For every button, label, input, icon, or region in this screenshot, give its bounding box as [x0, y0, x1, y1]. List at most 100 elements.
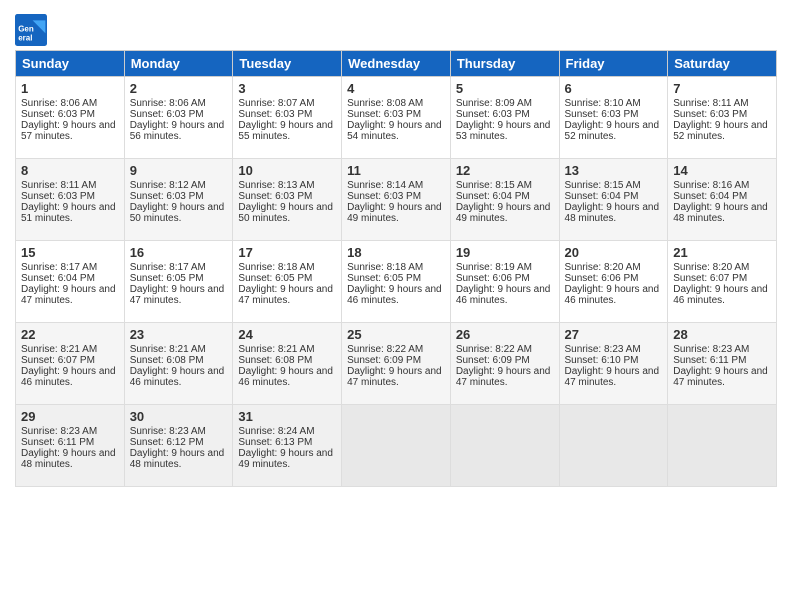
sunrise: Sunrise: 8:24 AM [238, 426, 314, 437]
sunrise: Sunrise: 8:19 AM [456, 262, 532, 273]
calendar-cell: 4Sunrise: 8:08 AMSunset: 6:03 PMDaylight… [342, 77, 451, 159]
week-row-5: 29Sunrise: 8:23 AMSunset: 6:11 PMDayligh… [16, 405, 777, 487]
sunset: Sunset: 6:08 PM [130, 355, 204, 366]
calendar-cell: 9Sunrise: 8:12 AMSunset: 6:03 PMDaylight… [124, 159, 233, 241]
calendar-cell: 11Sunrise: 8:14 AMSunset: 6:03 PMDayligh… [342, 159, 451, 241]
day-number: 11 [347, 163, 445, 178]
sunrise: Sunrise: 8:21 AM [238, 344, 314, 355]
sunrise: Sunrise: 8:22 AM [456, 344, 532, 355]
daylight: Daylight: 9 hours and 47 minutes. [456, 366, 551, 388]
daylight: Daylight: 9 hours and 48 minutes. [130, 448, 225, 470]
calendar-container: Gen eral SundayMondayTuesdayWednesdayThu… [0, 0, 792, 497]
sunset: Sunset: 6:07 PM [21, 355, 95, 366]
day-number: 25 [347, 327, 445, 342]
sunrise: Sunrise: 8:21 AM [130, 344, 206, 355]
day-number: 14 [673, 163, 771, 178]
sunset: Sunset: 6:05 PM [238, 273, 312, 284]
day-number: 2 [130, 81, 228, 96]
day-number: 12 [456, 163, 554, 178]
daylight: Daylight: 9 hours and 53 minutes. [456, 120, 551, 142]
day-number: 1 [21, 81, 119, 96]
week-row-3: 15Sunrise: 8:17 AMSunset: 6:04 PMDayligh… [16, 241, 777, 323]
calendar-cell [450, 405, 559, 487]
day-number: 21 [673, 245, 771, 260]
sunrise: Sunrise: 8:20 AM [673, 262, 749, 273]
day-number: 31 [238, 409, 336, 424]
day-number: 26 [456, 327, 554, 342]
sunset: Sunset: 6:04 PM [21, 273, 95, 284]
sunset: Sunset: 6:03 PM [673, 109, 747, 120]
day-header-saturday: Saturday [668, 51, 777, 77]
calendar-cell: 3Sunrise: 8:07 AMSunset: 6:03 PMDaylight… [233, 77, 342, 159]
daylight: Daylight: 9 hours and 57 minutes. [21, 120, 116, 142]
sunset: Sunset: 6:03 PM [21, 191, 95, 202]
day-number: 5 [456, 81, 554, 96]
day-number: 20 [565, 245, 663, 260]
calendar-cell: 5 Sunrise: 8:09 AMSunset: 6:03 PMDaylight… [450, 77, 559, 159]
calendar-cell: 7 Sunrise: 8:11 AMSunset: 6:03 PMDaylight… [668, 77, 777, 159]
day-number: 10 [238, 163, 336, 178]
calendar-body: 1Sunrise: 8:06 AMSunset: 6:03 PMDaylight… [16, 77, 777, 487]
logo-icon: Gen eral [15, 14, 47, 46]
daylight: Daylight: 9 hours and 51 minutes. [21, 202, 116, 224]
sunset: Sunset: 6:04 PM [565, 191, 639, 202]
sunrise: Sunrise: 8:12 AM [130, 180, 206, 191]
sunrise: Sunrise: 8:23 AM [673, 344, 749, 355]
sunrise: Sunrise: 8:17 AM [130, 262, 206, 273]
calendar-cell: 2Sunrise: 8:06 AMSunset: 6:03 PMDaylight… [124, 77, 233, 159]
day-number: 7 [673, 81, 771, 96]
sunset: Sunset: 6:10 PM [565, 355, 639, 366]
sunset: Sunset: 6:03 PM [130, 109, 204, 120]
week-row-1: 1Sunrise: 8:06 AMSunset: 6:03 PMDaylight… [16, 77, 777, 159]
sunset: Sunset: 6:03 PM [238, 191, 312, 202]
sunset: Sunset: 6:03 PM [21, 109, 95, 120]
sunset: Sunset: 6:09 PM [347, 355, 421, 366]
sunrise: Sunrise: 8:08 AM [347, 98, 423, 109]
daylight: Daylight: 9 hours and 48 minutes. [565, 202, 660, 224]
daylight: Daylight: 9 hours and 46 minutes. [456, 284, 551, 306]
header: Gen eral [15, 10, 777, 46]
sunrise: Sunrise: 8:23 AM [21, 426, 97, 437]
calendar-cell: 17Sunrise: 8:18 AMSunset: 6:05 PMDayligh… [233, 241, 342, 323]
calendar-cell: 27Sunrise: 8:23 AMSunset: 6:10 PMDayligh… [559, 323, 668, 405]
daylight: Daylight: 9 hours and 52 minutes. [673, 120, 768, 142]
sunrise: Sunrise: 8:14 AM [347, 180, 423, 191]
calendar-cell: 28Sunrise: 8:23 AMSunset: 6:11 PMDayligh… [668, 323, 777, 405]
calendar-cell [342, 405, 451, 487]
sunset: Sunset: 6:03 PM [130, 191, 204, 202]
daylight: Daylight: 9 hours and 47 minutes. [21, 284, 116, 306]
calendar-cell: 10Sunrise: 8:13 AMSunset: 6:03 PMDayligh… [233, 159, 342, 241]
day-header-thursday: Thursday [450, 51, 559, 77]
svg-text:eral: eral [18, 33, 32, 42]
calendar-cell: 21Sunrise: 8:20 AMSunset: 6:07 PMDayligh… [668, 241, 777, 323]
calendar-table: SundayMondayTuesdayWednesdayThursdayFrid… [15, 50, 777, 487]
sunrise: Sunrise: 8:20 AM [565, 262, 641, 273]
sunrise: Sunrise: 8:07 AM [238, 98, 314, 109]
daylight: Daylight: 9 hours and 50 minutes. [238, 202, 333, 224]
calendar-cell: 23Sunrise: 8:21 AMSunset: 6:08 PMDayligh… [124, 323, 233, 405]
day-number: 19 [456, 245, 554, 260]
calendar-cell: 8Sunrise: 8:11 AMSunset: 6:03 PMDaylight… [16, 159, 125, 241]
sunrise: Sunrise: 8:10 AM [565, 98, 641, 109]
day-number: 30 [130, 409, 228, 424]
day-number: 13 [565, 163, 663, 178]
week-row-2: 8Sunrise: 8:11 AMSunset: 6:03 PMDaylight… [16, 159, 777, 241]
daylight: Daylight: 9 hours and 54 minutes. [347, 120, 442, 142]
daylight: Daylight: 9 hours and 56 minutes. [130, 120, 225, 142]
sunrise: Sunrise: 8:11 AM [673, 98, 748, 109]
calendar-cell: 19Sunrise: 8:19 AMSunset: 6:06 PMDayligh… [450, 241, 559, 323]
calendar-cell: 29Sunrise: 8:23 AMSunset: 6:11 PMDayligh… [16, 405, 125, 487]
day-header-sunday: Sunday [16, 51, 125, 77]
day-number: 18 [347, 245, 445, 260]
daylight: Daylight: 9 hours and 47 minutes. [347, 366, 442, 388]
sunset: Sunset: 6:13 PM [238, 437, 312, 448]
week-row-4: 22Sunrise: 8:21 AMSunset: 6:07 PMDayligh… [16, 323, 777, 405]
day-header-wednesday: Wednesday [342, 51, 451, 77]
sunrise: Sunrise: 8:11 AM [21, 180, 96, 191]
day-number: 29 [21, 409, 119, 424]
sunset: Sunset: 6:03 PM [456, 109, 530, 120]
daylight: Daylight: 9 hours and 47 minutes. [673, 366, 768, 388]
day-number: 23 [130, 327, 228, 342]
day-number: 16 [130, 245, 228, 260]
sunrise: Sunrise: 8:09 AM [456, 98, 532, 109]
